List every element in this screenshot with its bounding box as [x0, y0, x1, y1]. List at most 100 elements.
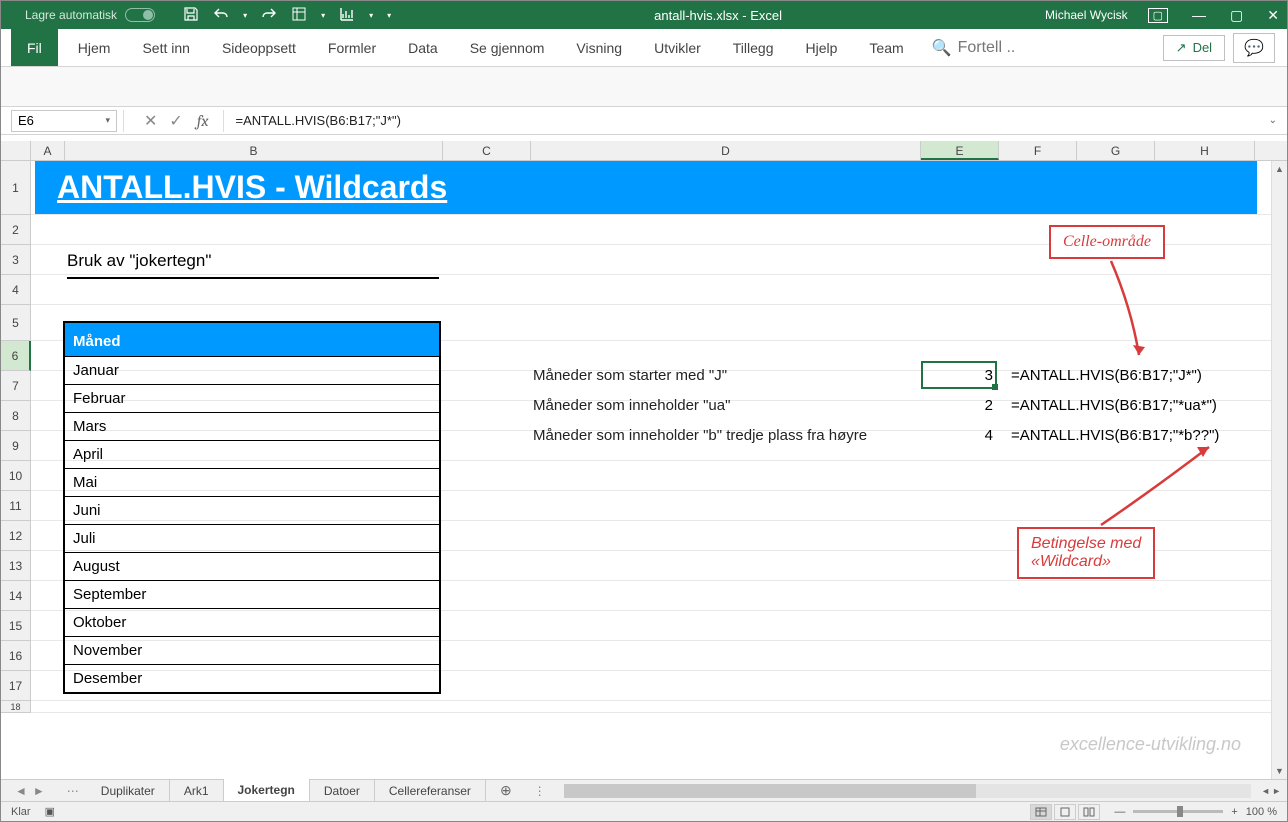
undo-dropdown-icon[interactable]: ▾ — [243, 11, 247, 20]
hscroll-left-icon[interactable]: ◄ — [1261, 786, 1270, 796]
expand-formula-bar-icon[interactable]: ⌄ — [1269, 115, 1277, 126]
comments-button[interactable]: 💬 — [1233, 33, 1275, 63]
zoom-in-button[interactable]: + — [1231, 806, 1237, 818]
page-layout-view-button[interactable] — [1054, 804, 1076, 820]
add-sheet-button[interactable]: ⊕ — [486, 782, 526, 799]
col-C[interactable]: C — [443, 141, 531, 160]
col-B[interactable]: B — [65, 141, 443, 160]
sheet-nav-prev-icon[interactable]: ◄ — [15, 784, 27, 798]
sheet-more-icon[interactable]: ⋯ — [59, 784, 87, 798]
save-icon[interactable] — [183, 6, 199, 25]
undo-icon[interactable] — [213, 6, 229, 25]
vertical-scrollbar[interactable]: ▲ ▼ — [1271, 161, 1287, 779]
row-18[interactable]: 18 — [1, 701, 31, 713]
month-table: Måned Januar Februar Mars April Mai Juni… — [63, 321, 441, 694]
row-1[interactable]: 1 — [1, 161, 31, 215]
maximize-button[interactable]: ▢ — [1230, 7, 1243, 24]
name-box[interactable]: E6 ▾ — [11, 110, 117, 132]
row-12[interactable]: 12 — [1, 521, 31, 551]
title-banner: ANTALL.HVIS - Wildcards — [35, 161, 1257, 214]
row-7[interactable]: 7 — [1, 371, 31, 401]
spreadsheet-grid[interactable]: A B C D E F G H 1 2 3 4 5 6 7 8 9 10 11 … — [1, 141, 1287, 779]
share-button[interactable]: ↗ Del — [1163, 35, 1225, 61]
title-bar: Lagre automatisk ▾ ▾ ▾ ▾ antall-hvis.xls… — [1, 1, 1287, 29]
tab-hjelp[interactable]: Hjelp — [790, 29, 854, 66]
user-name[interactable]: Michael Wycisk — [1045, 8, 1128, 22]
sheet-tab-ark1[interactable]: Ark1 — [170, 780, 224, 802]
row-6[interactable]: 6 — [1, 341, 31, 371]
tab-utvikler[interactable]: Utvikler — [638, 29, 717, 66]
chart-dropdown-icon[interactable]: ▾ — [369, 11, 373, 20]
row-9[interactable]: 9 — [1, 431, 31, 461]
ribbon-display-icon[interactable]: ▢ — [1148, 8, 1168, 23]
tab-formler[interactable]: Formler — [312, 29, 392, 66]
row-3[interactable]: 3 — [1, 245, 31, 275]
row-15[interactable]: 15 — [1, 611, 31, 641]
row-2[interactable]: 2 — [1, 215, 31, 245]
col-D[interactable]: D — [531, 141, 921, 160]
col-G[interactable]: G — [1077, 141, 1155, 160]
row-10[interactable]: 10 — [1, 461, 31, 491]
row-8[interactable]: 8 — [1, 401, 31, 431]
row-13[interactable]: 13 — [1, 551, 31, 581]
status-bar: Klar ▣ — + 100 % — [1, 801, 1287, 821]
sheet-tab-duplikater[interactable]: Duplikater — [87, 780, 170, 802]
tab-visning[interactable]: Visning — [560, 29, 638, 66]
tab-hjem[interactable]: Hjem — [62, 29, 127, 66]
sheet-tab-datoer[interactable]: Datoer — [310, 780, 375, 802]
normal-view-button[interactable] — [1030, 804, 1052, 820]
cancel-icon[interactable]: ✕ — [144, 111, 157, 131]
row-16[interactable]: 16 — [1, 641, 31, 671]
formula-input[interactable]: =ANTALL.HVIS(B6:B17;"J*") — [236, 113, 401, 128]
name-box-dropdown-icon[interactable]: ▾ — [105, 115, 110, 126]
sheet-nav-next-icon[interactable]: ► — [33, 784, 45, 798]
tab-tillegg[interactable]: Tillegg — [717, 29, 790, 66]
tab-sideoppsett[interactable]: Sideoppsett — [206, 29, 312, 66]
scroll-down-icon[interactable]: ▼ — [1272, 763, 1287, 779]
sheet-nav[interactable]: ◄► — [1, 784, 59, 798]
tell-me-search[interactable]: 🔍 Fortell .. — [932, 38, 1016, 58]
close-button[interactable]: ✕ — [1267, 7, 1279, 24]
tab-team[interactable]: Team — [853, 29, 919, 66]
watermark: excellence-utvikling.no — [1060, 734, 1241, 755]
chart-icon[interactable] — [339, 6, 355, 25]
zoom-slider[interactable] — [1133, 810, 1223, 813]
select-all-corner[interactable] — [1, 141, 31, 160]
zoom-out-button[interactable]: — — [1114, 806, 1125, 818]
macro-record-icon[interactable]: ▣ — [45, 805, 55, 818]
hscroll-right-icon[interactable]: ► — [1272, 786, 1281, 796]
row-11[interactable]: 11 — [1, 491, 31, 521]
tab-scroll-icon[interactable]: ⋮ — [526, 784, 554, 798]
pivot-dropdown-icon[interactable]: ▾ — [321, 11, 325, 20]
row-5[interactable]: 5 — [1, 305, 31, 341]
col-F[interactable]: F — [999, 141, 1077, 160]
redo-icon[interactable] — [261, 6, 277, 25]
minimize-button[interactable]: — — [1192, 7, 1206, 24]
page-break-view-button[interactable] — [1078, 804, 1100, 820]
result-3: 4 — [921, 427, 993, 444]
autosave-toggle[interactable] — [125, 8, 155, 22]
scroll-up-icon[interactable]: ▲ — [1272, 161, 1287, 177]
row-14[interactable]: 14 — [1, 581, 31, 611]
column-headers: A B C D E F G H — [1, 141, 1287, 161]
col-H[interactable]: H — [1155, 141, 1255, 160]
fx-icon[interactable]: fx — [197, 112, 209, 130]
sheet-tab-jokertegn[interactable]: Jokertegn — [224, 779, 310, 803]
pivot-icon[interactable] — [291, 6, 307, 25]
zoom-level[interactable]: 100 % — [1246, 806, 1277, 818]
tab-data[interactable]: Data — [392, 29, 454, 66]
sheet-tab-cellereferanser[interactable]: Cellereferanser — [375, 780, 486, 802]
row-17[interactable]: 17 — [1, 671, 31, 701]
col-E[interactable]: E — [921, 141, 999, 160]
horizontal-scrollbar[interactable] — [564, 784, 1251, 798]
tab-sett-inn[interactable]: Sett inn — [126, 29, 205, 66]
tab-file[interactable]: Fil — [11, 29, 58, 66]
col-A[interactable]: A — [31, 141, 65, 160]
zoom-controls: — + 100 % — [1114, 806, 1277, 818]
row-4[interactable]: 4 — [1, 275, 31, 305]
enter-icon[interactable]: ✓ — [169, 111, 182, 131]
tab-se-gjennom[interactable]: Se gjennom — [454, 29, 561, 66]
ribbon-tabs: Fil Hjem Sett inn Sideoppsett Formler Da… — [1, 29, 1287, 67]
subtitle: Bruk av "jokertegn" — [67, 251, 439, 279]
table-row: Oktober — [65, 608, 439, 636]
